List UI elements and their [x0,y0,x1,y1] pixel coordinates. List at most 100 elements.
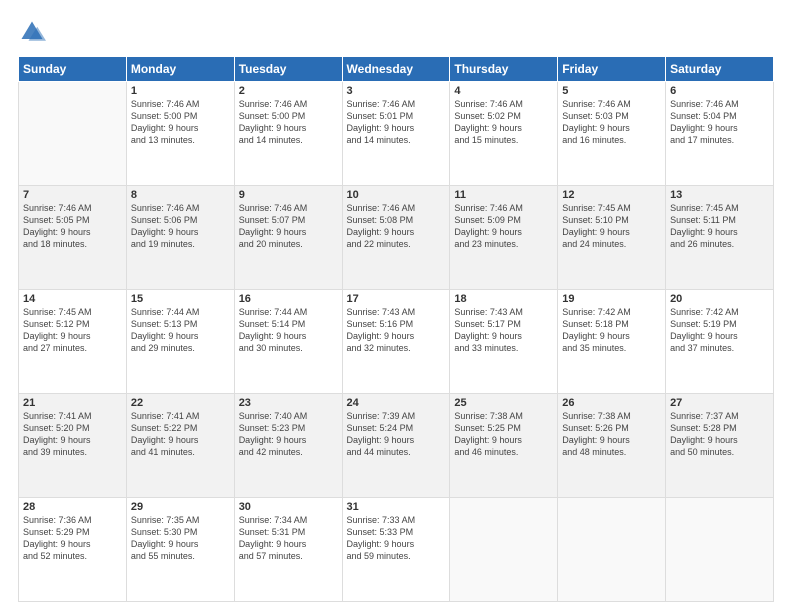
day-number: 2 [239,85,338,97]
day-number: 15 [131,293,230,305]
calendar-cell: 9Sunrise: 7:46 AMSunset: 5:07 PMDaylight… [234,186,342,290]
day-info: Sunrise: 7:46 AMSunset: 5:00 PMDaylight:… [239,98,338,147]
day-info: Sunrise: 7:46 AMSunset: 5:09 PMDaylight:… [454,202,553,251]
week-row-5: 28Sunrise: 7:36 AMSunset: 5:29 PMDayligh… [19,498,774,602]
day-info: Sunrise: 7:43 AMSunset: 5:16 PMDaylight:… [347,306,446,355]
day-number: 5 [562,85,661,97]
calendar-cell: 16Sunrise: 7:44 AMSunset: 5:14 PMDayligh… [234,290,342,394]
calendar-cell: 8Sunrise: 7:46 AMSunset: 5:06 PMDaylight… [126,186,234,290]
day-number: 10 [347,189,446,201]
calendar-cell: 2Sunrise: 7:46 AMSunset: 5:00 PMDaylight… [234,82,342,186]
calendar-cell: 4Sunrise: 7:46 AMSunset: 5:02 PMDaylight… [450,82,558,186]
day-info: Sunrise: 7:46 AMSunset: 5:02 PMDaylight:… [454,98,553,147]
calendar-cell: 13Sunrise: 7:45 AMSunset: 5:11 PMDayligh… [666,186,774,290]
calendar-cell: 5Sunrise: 7:46 AMSunset: 5:03 PMDaylight… [558,82,666,186]
calendar-cell: 25Sunrise: 7:38 AMSunset: 5:25 PMDayligh… [450,394,558,498]
calendar-cell: 30Sunrise: 7:34 AMSunset: 5:31 PMDayligh… [234,498,342,602]
calendar-cell: 26Sunrise: 7:38 AMSunset: 5:26 PMDayligh… [558,394,666,498]
day-info: Sunrise: 7:46 AMSunset: 5:00 PMDaylight:… [131,98,230,147]
day-number: 12 [562,189,661,201]
calendar-table: SundayMondayTuesdayWednesdayThursdayFrid… [18,56,774,602]
calendar-cell: 6Sunrise: 7:46 AMSunset: 5:04 PMDaylight… [666,82,774,186]
day-number: 24 [347,397,446,409]
day-info: Sunrise: 7:39 AMSunset: 5:24 PMDaylight:… [347,410,446,459]
calendar-cell: 19Sunrise: 7:42 AMSunset: 5:18 PMDayligh… [558,290,666,394]
day-info: Sunrise: 7:44 AMSunset: 5:14 PMDaylight:… [239,306,338,355]
day-number: 27 [670,397,769,409]
calendar-cell: 31Sunrise: 7:33 AMSunset: 5:33 PMDayligh… [342,498,450,602]
calendar-cell: 17Sunrise: 7:43 AMSunset: 5:16 PMDayligh… [342,290,450,394]
day-info: Sunrise: 7:43 AMSunset: 5:17 PMDaylight:… [454,306,553,355]
day-info: Sunrise: 7:46 AMSunset: 5:07 PMDaylight:… [239,202,338,251]
logo [18,18,50,46]
day-number: 13 [670,189,769,201]
day-number: 9 [239,189,338,201]
day-info: Sunrise: 7:38 AMSunset: 5:26 PMDaylight:… [562,410,661,459]
day-info: Sunrise: 7:46 AMSunset: 5:01 PMDaylight:… [347,98,446,147]
calendar-cell: 24Sunrise: 7:39 AMSunset: 5:24 PMDayligh… [342,394,450,498]
day-info: Sunrise: 7:45 AMSunset: 5:11 PMDaylight:… [670,202,769,251]
page: SundayMondayTuesdayWednesdayThursdayFrid… [0,0,792,612]
day-info: Sunrise: 7:41 AMSunset: 5:22 PMDaylight:… [131,410,230,459]
day-info: Sunrise: 7:34 AMSunset: 5:31 PMDaylight:… [239,514,338,563]
day-info: Sunrise: 7:45 AMSunset: 5:12 PMDaylight:… [23,306,122,355]
day-info: Sunrise: 7:42 AMSunset: 5:18 PMDaylight:… [562,306,661,355]
day-number: 22 [131,397,230,409]
day-info: Sunrise: 7:46 AMSunset: 5:06 PMDaylight:… [131,202,230,251]
day-number: 19 [562,293,661,305]
week-row-3: 14Sunrise: 7:45 AMSunset: 5:12 PMDayligh… [19,290,774,394]
calendar-cell [558,498,666,602]
calendar-cell: 23Sunrise: 7:40 AMSunset: 5:23 PMDayligh… [234,394,342,498]
day-number: 29 [131,501,230,513]
week-row-2: 7Sunrise: 7:46 AMSunset: 5:05 PMDaylight… [19,186,774,290]
weekday-header-tuesday: Tuesday [234,57,342,82]
day-info: Sunrise: 7:38 AMSunset: 5:25 PMDaylight:… [454,410,553,459]
week-row-4: 21Sunrise: 7:41 AMSunset: 5:20 PMDayligh… [19,394,774,498]
calendar-cell: 3Sunrise: 7:46 AMSunset: 5:01 PMDaylight… [342,82,450,186]
day-number: 26 [562,397,661,409]
calendar-cell [450,498,558,602]
calendar-cell: 28Sunrise: 7:36 AMSunset: 5:29 PMDayligh… [19,498,127,602]
calendar-cell: 29Sunrise: 7:35 AMSunset: 5:30 PMDayligh… [126,498,234,602]
calendar-cell: 15Sunrise: 7:44 AMSunset: 5:13 PMDayligh… [126,290,234,394]
day-info: Sunrise: 7:46 AMSunset: 5:04 PMDaylight:… [670,98,769,147]
day-info: Sunrise: 7:33 AMSunset: 5:33 PMDaylight:… [347,514,446,563]
day-number: 30 [239,501,338,513]
logo-icon [18,18,46,46]
day-number: 7 [23,189,122,201]
day-info: Sunrise: 7:46 AMSunset: 5:05 PMDaylight:… [23,202,122,251]
calendar-cell: 22Sunrise: 7:41 AMSunset: 5:22 PMDayligh… [126,394,234,498]
weekday-header-sunday: Sunday [19,57,127,82]
day-number: 4 [454,85,553,97]
calendar-cell: 12Sunrise: 7:45 AMSunset: 5:10 PMDayligh… [558,186,666,290]
day-info: Sunrise: 7:40 AMSunset: 5:23 PMDaylight:… [239,410,338,459]
day-info: Sunrise: 7:37 AMSunset: 5:28 PMDaylight:… [670,410,769,459]
weekday-header-saturday: Saturday [666,57,774,82]
calendar-cell: 7Sunrise: 7:46 AMSunset: 5:05 PMDaylight… [19,186,127,290]
calendar-cell: 1Sunrise: 7:46 AMSunset: 5:00 PMDaylight… [126,82,234,186]
weekday-header-friday: Friday [558,57,666,82]
calendar-cell: 10Sunrise: 7:46 AMSunset: 5:08 PMDayligh… [342,186,450,290]
day-number: 11 [454,189,553,201]
day-number: 28 [23,501,122,513]
weekday-header-row: SundayMondayTuesdayWednesdayThursdayFrid… [19,57,774,82]
day-number: 6 [670,85,769,97]
weekday-header-thursday: Thursday [450,57,558,82]
day-number: 1 [131,85,230,97]
day-number: 25 [454,397,553,409]
calendar-cell: 18Sunrise: 7:43 AMSunset: 5:17 PMDayligh… [450,290,558,394]
weekday-header-monday: Monday [126,57,234,82]
day-info: Sunrise: 7:46 AMSunset: 5:03 PMDaylight:… [562,98,661,147]
day-number: 14 [23,293,122,305]
day-info: Sunrise: 7:41 AMSunset: 5:20 PMDaylight:… [23,410,122,459]
day-info: Sunrise: 7:36 AMSunset: 5:29 PMDaylight:… [23,514,122,563]
day-number: 17 [347,293,446,305]
day-info: Sunrise: 7:46 AMSunset: 5:08 PMDaylight:… [347,202,446,251]
day-number: 20 [670,293,769,305]
calendar-cell: 21Sunrise: 7:41 AMSunset: 5:20 PMDayligh… [19,394,127,498]
day-number: 23 [239,397,338,409]
weekday-header-wednesday: Wednesday [342,57,450,82]
calendar-cell: 27Sunrise: 7:37 AMSunset: 5:28 PMDayligh… [666,394,774,498]
day-number: 8 [131,189,230,201]
header [18,18,774,46]
